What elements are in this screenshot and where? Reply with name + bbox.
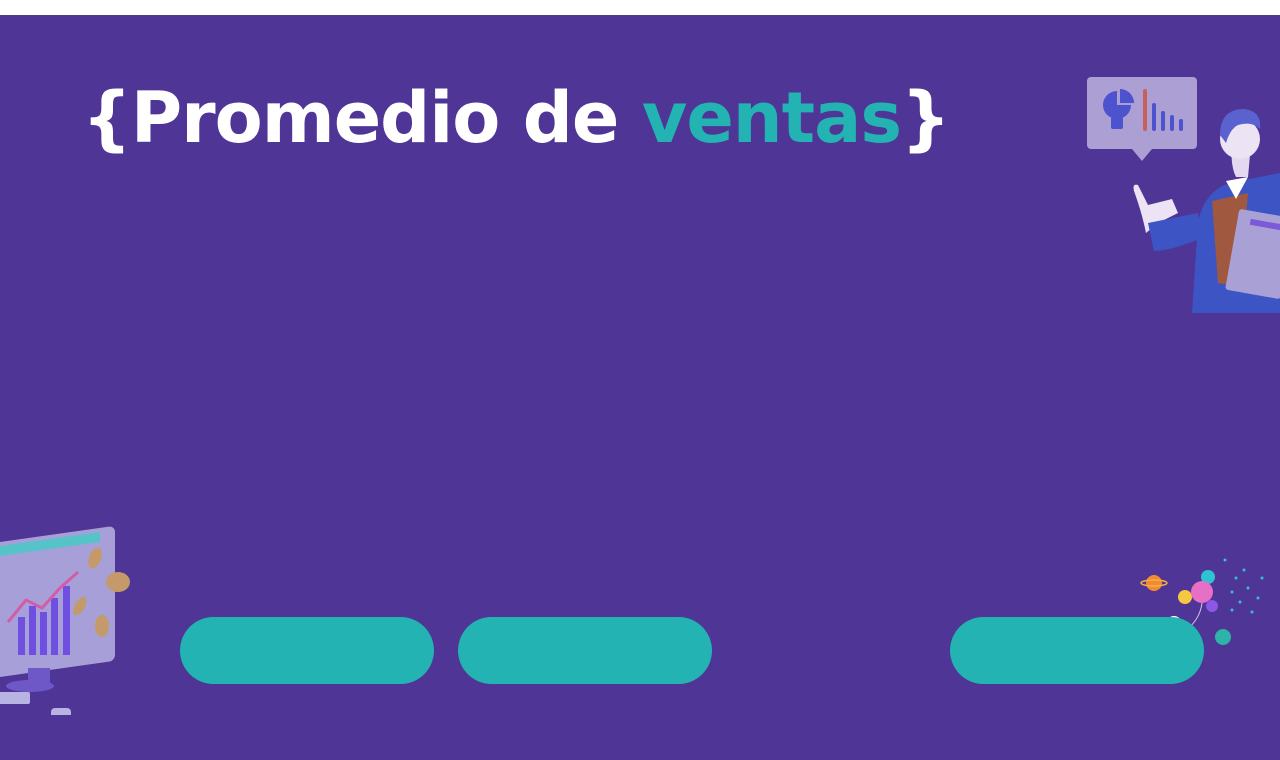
title-close-brace: } (901, 77, 951, 159)
title-open-brace: { (82, 77, 132, 159)
action-button-2[interactable] (458, 617, 712, 684)
presenter-illustration (1087, 77, 1280, 313)
action-button-1[interactable] (180, 617, 434, 684)
title-text: Promedio de (130, 77, 642, 159)
slide: {Promedio de ventas} (0, 15, 1280, 760)
title-accent: ventas (641, 77, 902, 159)
page-title: {Promedio de ventas} (82, 83, 951, 153)
monitor-chart-illustration (0, 526, 130, 715)
chart-speech-bubble-icon (1087, 77, 1197, 161)
action-button-3[interactable] (950, 617, 1204, 684)
